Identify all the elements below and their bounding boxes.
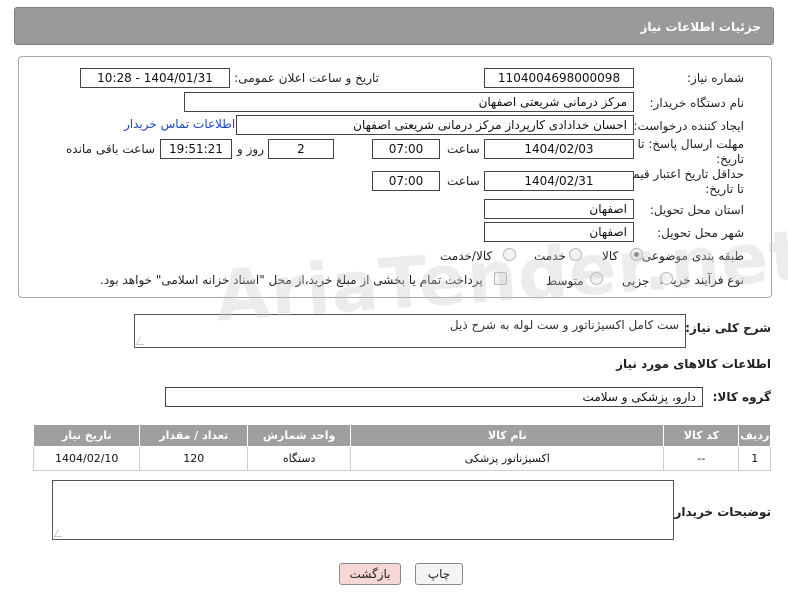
table-row[interactable]: 1 -- اکسیژناتور پزشکی دستگاه 120 1404/02… [32,446,771,471]
price-validity-time-label: ساعت [447,174,480,188]
resize-grip-icon [135,337,149,345]
process-minor-label: جزیی [622,274,650,288]
city-field: اصفهان [484,222,634,242]
creator-label: ایجاد کننده درخواست: [633,119,744,133]
remaining-time-field: 19:51:21 [160,139,232,159]
creator-field: احسان خدادادی کارپرداز مرکز درمانی شریعت… [236,115,634,135]
remaining-time-label: ساعت باقی مانده [66,142,156,156]
cell-row: 1 [738,446,771,471]
col-qty: تعداد / مقدار [139,424,248,447]
process-minor-radio[interactable] [660,272,673,285]
goods-group-field: دارو، پزشکی و سلامت [165,387,703,407]
buyer-contact-link[interactable]: اطلاعات تماس خریدار [124,117,235,131]
cell-date: 1404/02/10 [32,446,141,471]
col-date: تاریخ نیاز [32,424,141,447]
buyer-org-field: مرکز درمانی شریعتی اصفهان [184,92,634,112]
category-service-label: خدمت [534,249,566,263]
print-button[interactable]: چاپ [415,563,463,585]
buyer-notes-textarea[interactable] [52,480,674,540]
col-unit: واحد شمارش [246,424,352,447]
deadline-time-field: 07:00 [372,139,440,159]
cell-code: -- [663,446,740,471]
process-medium-radio[interactable] [590,272,603,285]
need-number-field: 1104004698000098 [484,68,634,88]
goods-group-label: گروه کالا: [712,390,771,404]
cell-qty: 120 [139,446,248,471]
goods-table-header: ردیف کد کالا نام کالا واحد شمارش تعداد /… [32,424,771,447]
back-button[interactable]: بازگشت [339,563,401,585]
province-label: استان محل تحویل: [649,203,744,217]
deadline-date-field: 1404/02/03 [484,139,634,159]
cell-name: اکسیژناتور پزشکی [350,446,665,471]
province-field: اصفهان [484,199,634,219]
description-textarea[interactable]: ست کامل اکسیژناتور و ست لوله به شرح ذیل [134,314,686,348]
category-label: طبقه بندی موضوعی: [637,249,744,263]
treasury-payment-note: پرداخت تمام یا بخشی از مبلغ خرید،از محل … [100,273,483,287]
category-goods-service-radio[interactable] [503,248,516,261]
col-name: نام کالا [350,424,665,447]
goods-info-title: اطلاعات کالاهای مورد نیاز [616,357,771,371]
page-title: جزئیات اطلاعات نیاز [640,20,761,34]
category-service-radio[interactable] [569,248,582,261]
announce-date-field: 1404/01/31 - 10:28 [80,68,230,88]
deadline-label: مهلت ارسال پاسخ: تا تاریخ: [637,137,744,166]
price-validity-time-field: 07:00 [372,171,440,191]
buyer-notes-label: توضیحات خریدار: [669,505,771,519]
deadline-time-label: ساعت [447,142,480,156]
days-label: روز و [237,142,264,156]
city-label: شهر محل تحویل: [657,226,744,240]
category-goods-radio[interactable] [630,248,643,261]
goods-table: ردیف کد کالا نام کالا واحد شمارش تعداد /… [32,424,771,471]
cell-unit: دستگاه [246,446,352,471]
price-validity-date-field: 1404/02/31 [484,171,634,191]
need-number-label: شماره نیاز: [687,71,744,85]
category-goods-label: کالا [602,249,619,263]
description-text: ست کامل اکسیژناتور و ست لوله به شرح ذیل [449,318,679,332]
days-field: 2 [268,139,334,159]
description-label: شرح کلی نیاز: [685,321,771,335]
col-code: کد کالا [663,424,740,447]
treasury-payment-checkbox[interactable] [494,272,507,285]
buyer-org-label: نام دستگاه خریدار: [649,96,745,110]
process-medium-label: متوسط [546,274,584,288]
resize-grip-icon [53,529,67,537]
category-goods-service-label: کالا/خدمت [440,249,493,263]
page-header: جزئیات اطلاعات نیاز [14,7,774,45]
col-row: ردیف [738,424,771,447]
announce-date-label: تاریخ و ساعت اعلان عمومی: [234,71,379,85]
